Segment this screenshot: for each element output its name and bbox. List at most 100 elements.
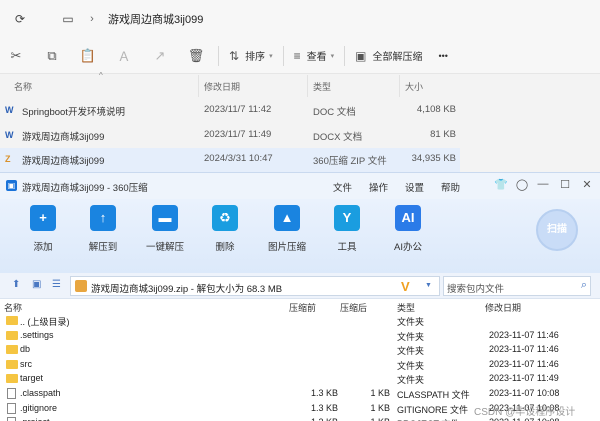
brand-v-icon[interactable]: V [401, 279, 410, 294]
tool-label: 一键解压 [145, 242, 184, 253]
recycle-icon: ♻ [212, 205, 238, 231]
entry-name: .gitignore [20, 402, 58, 413]
watermark: CSDN @毕设程序设计 [474, 407, 576, 418]
cut-icon[interactable]: ✂ [4, 44, 28, 68]
divider [218, 45, 219, 66]
explorer-toolbar: ✂ ⧉ 📋 Ａ ↗ 🗑 ⇅ 排序 ▾ ≡ 查看 ▾ ▣ 全部解压缩 ••• [0, 38, 600, 74]
tool-one-click-extract[interactable]: ▬ 一键解压 [140, 205, 190, 253]
column-divider [307, 75, 308, 97]
list-view-icon[interactable]: ☰ [52, 279, 61, 290]
file-row[interactable]: W Springboot开发环境说明 2023/11/7 11:42 DOC 文档 4,… [0, 99, 460, 123]
file-row[interactable]: W 游戏周边商城3ij099 2023/11/7 11:49 DOCX 文档 81 KB [0, 124, 460, 148]
file-row[interactable]: Z 游戏周边商城3ij099 2024/3/31 10:47 360压缩 ZIP 文件… [0, 148, 460, 172]
refresh-icon[interactable]: ⟳ [10, 9, 30, 29]
archive-path-field[interactable]: 游戏周边商城3ij099.zip - 解包大小为 68.3 MB V ▼ [70, 276, 440, 296]
entry-date: 2023-11-07 10:08 [489, 388, 560, 398]
extract-all-button[interactable]: ▣ 全部解压缩 [355, 44, 422, 68]
tool-extract-to[interactable]: ↑ 解压到 [78, 205, 128, 253]
entry-date: 2023-11-07 11:46 [489, 358, 559, 369]
column-date[interactable]: 修改日期 [204, 80, 240, 93]
entry-name: target [20, 373, 44, 384]
folder-icon [6, 345, 18, 355]
tool-label: 解压到 [88, 242, 118, 253]
maximize-icon[interactable]: ☐ [558, 178, 572, 191]
sort-icon: ⇅ [229, 48, 240, 63]
menu-help[interactable]: 帮助 [441, 180, 460, 194]
more-button[interactable]: ••• [438, 44, 447, 68]
copy-icon[interactable]: ⧉ [40, 44, 64, 68]
share-icon[interactable]: ↗ [148, 44, 172, 68]
tool-tools[interactable]: Y 工具 [322, 205, 372, 253]
column-size[interactable]: 大小 [405, 80, 423, 93]
folder-icon [6, 330, 18, 340]
zip-icon: Z [5, 154, 11, 164]
file-icon [7, 388, 16, 399]
rename-icon[interactable]: Ａ [112, 44, 136, 68]
search-icon[interactable]: ⌕ [581, 279, 587, 292]
file-type: 360压缩 ZIP 文件 [313, 156, 387, 167]
entry-name: .project [20, 417, 50, 421]
chevron-down-icon[interactable]: ▼ [425, 282, 432, 289]
column-date[interactable]: 修改日期 [485, 301, 521, 314]
close-icon[interactable]: ✕ [580, 178, 594, 191]
column-type[interactable]: 类型 [397, 301, 415, 314]
tool-add[interactable]: + 添加 [18, 205, 68, 253]
paste-icon[interactable]: 📋 [76, 44, 100, 68]
file-name: 游戏周边商城3ij099 [22, 131, 105, 143]
monitor-icon[interactable]: ▭ [58, 9, 78, 29]
column-compressed[interactable]: 压缩前 [289, 301, 316, 314]
breadcrumb[interactable]: 游戏周边商城3ij099 [108, 11, 203, 27]
archive-row[interactable]: src 文件夹 2023-11-07 11:46 [0, 358, 600, 373]
archive-row[interactable]: .. (上级目录) 文件夹 [0, 314, 600, 329]
file-date: 2023/11/7 11:42 [204, 104, 272, 115]
extract-all-label: 全部解压缩 [372, 52, 423, 63]
docx-icon: W [5, 129, 14, 140]
sort-button[interactable]: ⇅ 排序 ▾ [229, 44, 273, 68]
archive-row[interactable]: .settings 文件夹 2023-11-07 11:46 [0, 329, 600, 344]
entry-name: .settings [20, 329, 54, 340]
column-name[interactable]: 名称 [14, 80, 32, 93]
scan-button[interactable]: 扫描 [536, 209, 578, 251]
view-label: 查看 [306, 52, 327, 63]
archive-row[interactable]: db 文件夹 2023-11-07 11:46 [0, 343, 600, 358]
tool-image-compress[interactable]: ▲ 图片压缩 [262, 205, 312, 253]
app-logo-icon: ▣ [6, 180, 17, 191]
menu-file[interactable]: 文件 [333, 180, 352, 194]
entry-type: 文件夹 [397, 317, 425, 327]
search-input[interactable]: 搜索包内文件 ⌕ [443, 276, 591, 296]
menu-action[interactable]: 操作 [369, 180, 388, 194]
entry-size-before: 1.3 KB [310, 402, 338, 413]
chat-icon[interactable]: ◯ [515, 178, 529, 191]
ai-icon: AI [395, 205, 421, 231]
entry-type: CLASSPATH 文件 [397, 390, 470, 400]
entry-name: src [20, 358, 32, 369]
skin-icon[interactable]: 👕 [494, 178, 508, 191]
image-compress-icon: ▲ [274, 205, 300, 231]
archive-row[interactable]: .classpath 1.3 KB 1 KB CLASSPATH 文件 2023-11-… [0, 387, 600, 402]
one-click-extract-icon: ▬ [152, 205, 178, 231]
column-packed[interactable]: 压缩后 [340, 301, 367, 314]
folder-icon [6, 359, 18, 369]
doc-icon: W [5, 105, 14, 115]
tool-recycle[interactable]: ♻ 删除 [200, 205, 250, 253]
entry-size-after: 1 KB [370, 402, 390, 413]
menu-settings[interactable]: 设置 [405, 180, 424, 194]
entry-date: 2023-11-07 11:46 [489, 329, 559, 340]
file-name: Springboot开发环境说明 [22, 107, 125, 118]
entry-date: 2023-11-07 11:46 [489, 344, 559, 355]
column-name[interactable]: 名称 [4, 301, 22, 314]
tool-ai[interactable]: AI AI办公 [383, 205, 433, 253]
up-arrow-icon[interactable]: ⬆ [12, 279, 20, 290]
chevron-down-icon: ▾ [269, 52, 273, 60]
archive-row[interactable]: target 文件夹 2023-11-07 11:49 [0, 372, 600, 387]
zip-window: ▣ 游戏周边商城3ij099 - 360压缩 文件 操作 设置 帮助 👕 ◯ —… [0, 172, 600, 421]
entry-type: 文件夹 [397, 360, 425, 371]
delete-icon[interactable]: 🗑 [184, 44, 208, 68]
entry-size-after: 1 KB [370, 388, 390, 398]
view-toggle-icon[interactable]: ▣ [32, 279, 41, 290]
entry-name: .classpath [20, 388, 61, 398]
minimize-icon[interactable]: — [536, 178, 550, 190]
column-divider [198, 75, 199, 97]
view-button[interactable]: ≡ 查看 ▾ [294, 44, 335, 68]
column-type[interactable]: 类型 [313, 80, 331, 93]
